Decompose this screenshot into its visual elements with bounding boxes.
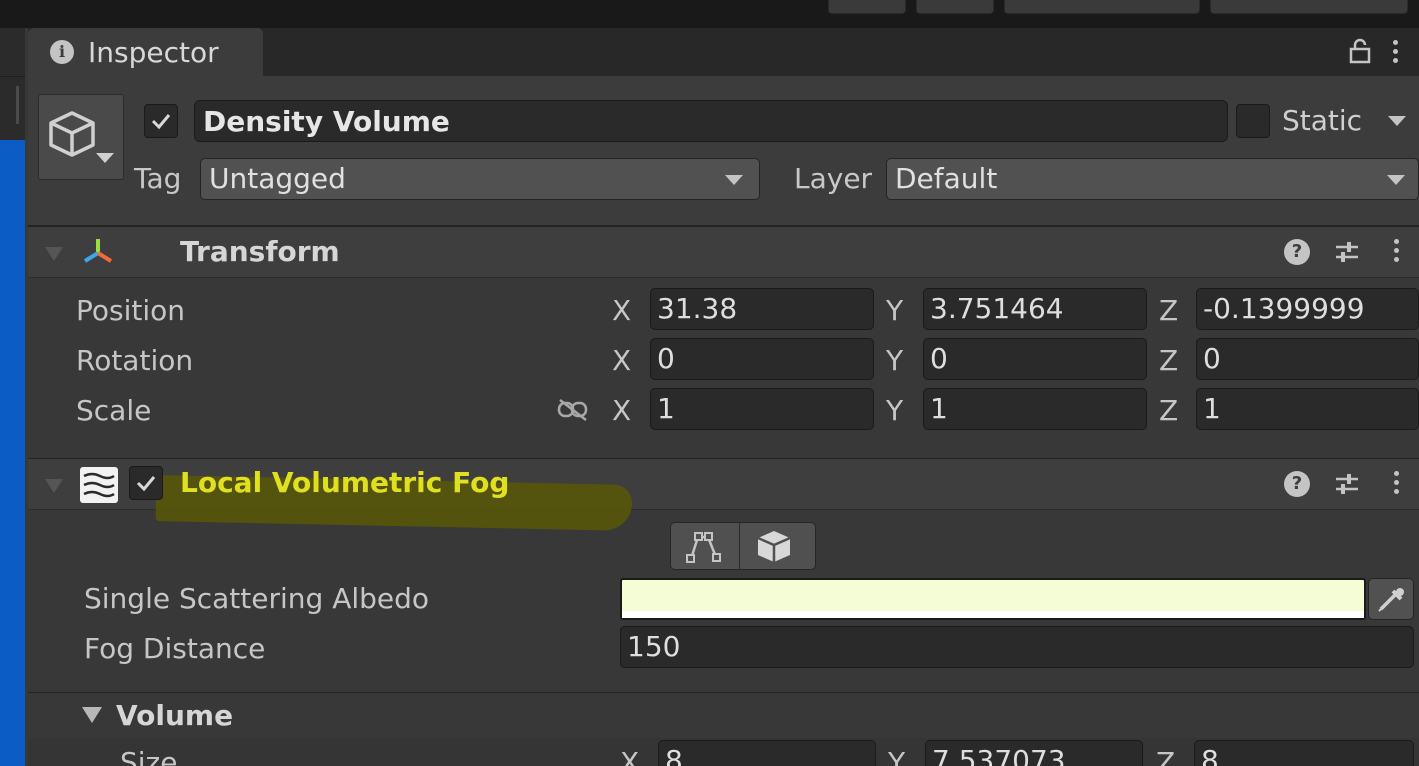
eyedropper-button[interactable]	[1368, 578, 1414, 620]
axis-y-label[interactable]: Y	[886, 394, 903, 427]
tag-label: Tag	[134, 162, 182, 195]
layer-value: Default	[895, 162, 998, 195]
rotation-z-field[interactable]: 0	[1196, 338, 1419, 380]
axis-x-label[interactable]: X	[612, 294, 631, 327]
edit-shape-icon	[686, 532, 721, 563]
axis-z-label[interactable]: Z	[1159, 294, 1178, 327]
albedo-label: Single Scattering Albedo	[84, 582, 430, 615]
component-menu-icon[interactable]	[1394, 471, 1400, 497]
layout-dropdown[interactable]	[1210, 0, 1408, 14]
adjacent-panel	[0, 28, 25, 766]
presets-icon[interactable]	[1334, 471, 1360, 497]
presets-icon[interactable]	[1334, 239, 1360, 265]
albedo-color-field[interactable]	[620, 578, 1366, 620]
scale-z-field[interactable]: 1	[1196, 388, 1419, 430]
volume-section-title: Volume	[116, 699, 234, 732]
fog-distance-field[interactable]: 150	[620, 626, 1414, 668]
gameobject-name-input[interactable]: Density Volume	[194, 100, 1228, 142]
transform-icon	[83, 239, 113, 263]
tab-inspector[interactable]: i Inspector	[28, 28, 263, 76]
foldout-icon[interactable]	[45, 479, 63, 493]
help-icon[interactable]: ?	[1284, 471, 1310, 497]
size-label: Size	[120, 746, 178, 766]
layer-label: Layer	[794, 162, 873, 195]
editor-window: i Inspector Density Volume Static Tag Un…	[0, 0, 1419, 766]
eyedropper-icon	[1378, 588, 1404, 612]
selected-row-highlight	[0, 140, 25, 766]
chevron-down-icon	[1387, 175, 1405, 185]
main-toolbar	[0, 0, 1419, 28]
size-x-field[interactable]: 8	[658, 740, 876, 766]
static-label: Static	[1282, 104, 1363, 137]
tab-inspector-label: Inspector	[88, 36, 219, 69]
info-icon: i	[50, 40, 74, 64]
volume-section-body: Size X 8 Y 7.537073 Z 8	[28, 738, 1419, 766]
panel-divider	[0, 76, 25, 77]
account-button[interactable]	[828, 0, 906, 14]
tag-value: Untagged	[209, 162, 346, 195]
static-dropdown-icon[interactable]	[1388, 116, 1406, 126]
size-y-field[interactable]: 7.537073	[925, 740, 1143, 766]
position-y-field[interactable]: 3.751464	[923, 288, 1147, 330]
layer-dropdown[interactable]: Default	[886, 158, 1419, 200]
rotation-y-field[interactable]: 0	[923, 338, 1147, 380]
axis-y-label[interactable]: Y	[886, 344, 903, 377]
gameobject-header: Density Volume Static Tag Untagged Layer…	[28, 76, 1419, 226]
fog-enabled-checkbox[interactable]	[129, 466, 163, 500]
axis-z-label[interactable]: Z	[1159, 394, 1178, 427]
transform-header[interactable]: Transform ?	[28, 226, 1419, 278]
checkmark-icon	[136, 476, 156, 492]
cube-icon	[49, 111, 114, 163]
transform-title: Transform	[180, 235, 340, 268]
edit-mode-toolbar	[670, 522, 816, 570]
size-z-field[interactable]: 8	[1194, 740, 1414, 766]
cube-icon	[757, 531, 791, 562]
panel-grip[interactable]	[16, 86, 19, 124]
component-menu-icon[interactable]	[1394, 239, 1400, 265]
volume-section-header[interactable]: Volume	[28, 692, 1419, 738]
foldout-open-icon[interactable]	[82, 707, 102, 723]
axis-y-label[interactable]: Y	[888, 746, 905, 766]
fog-component-title: Local Volumetric Fog	[180, 466, 510, 499]
inspector-tabbar: i Inspector	[28, 28, 1419, 76]
position-x-field[interactable]: 31.38	[650, 288, 874, 330]
rotation-label: Rotation	[76, 344, 194, 377]
gameobject-icon-button[interactable]	[38, 94, 124, 180]
scale-y-field[interactable]: 1	[923, 388, 1147, 430]
alpha-bar	[622, 611, 1364, 618]
axis-x-label[interactable]: X	[620, 746, 639, 766]
search-button[interactable]	[916, 0, 994, 14]
position-z-field[interactable]: -0.1399999	[1196, 288, 1419, 330]
layers-dropdown[interactable]	[1004, 0, 1200, 14]
axis-z-label[interactable]: Z	[1156, 746, 1175, 766]
fog-volume-icon	[80, 467, 118, 503]
tab-menu-icon[interactable]	[1393, 40, 1399, 66]
tag-dropdown[interactable]: Untagged	[200, 158, 760, 200]
constrain-proportions-icon[interactable]	[556, 398, 590, 422]
edit-shape-button[interactable]	[671, 523, 739, 569]
chevron-down-icon	[725, 175, 743, 185]
scale-x-field[interactable]: 1	[650, 388, 874, 430]
axis-z-label[interactable]: Z	[1159, 344, 1178, 377]
edit-bounds-button[interactable]	[740, 523, 808, 569]
position-label: Position	[76, 294, 186, 327]
axis-x-label[interactable]: X	[612, 394, 631, 427]
rotation-x-field[interactable]: 0	[650, 338, 874, 380]
fog-distance-label: Fog Distance	[84, 632, 266, 665]
axis-y-label[interactable]: Y	[886, 294, 903, 327]
scale-label: Scale	[76, 394, 152, 427]
lock-icon[interactable]	[1349, 38, 1371, 64]
static-checkbox[interactable]	[1236, 104, 1270, 138]
checkmark-icon	[151, 114, 171, 130]
foldout-icon[interactable]	[45, 247, 63, 261]
help-icon[interactable]: ?	[1284, 239, 1310, 265]
inspector-panel: i Inspector Density Volume Static Tag Un…	[28, 28, 1419, 766]
active-checkbox[interactable]	[144, 104, 178, 138]
axis-x-label[interactable]: X	[612, 344, 631, 377]
